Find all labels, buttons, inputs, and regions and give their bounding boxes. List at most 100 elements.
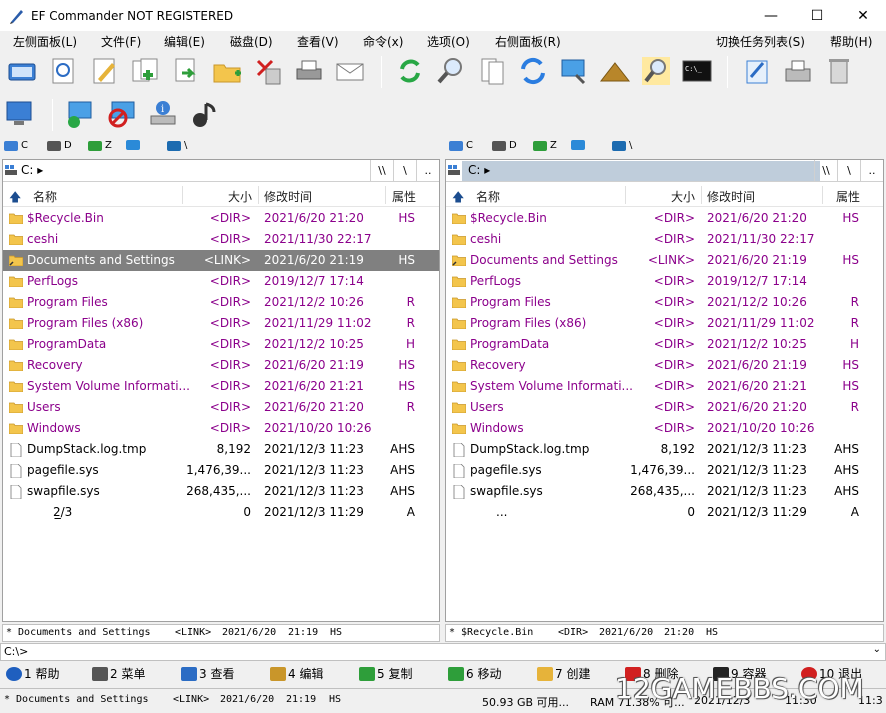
recycle-bin-icon[interactable]: [823, 55, 855, 87]
path-nav-button-1[interactable]: \: [837, 160, 860, 181]
minimize-button[interactable]: —: [748, 0, 794, 31]
command-line[interactable]: C:\> ⌄: [0, 643, 886, 661]
path-nav-button-2[interactable]: ..: [860, 160, 883, 181]
file-row[interactable]: Documents and Settings <LINK> 2021/6/20 21…: [3, 250, 439, 271]
drive-button-2[interactable]: Z: [533, 140, 557, 151]
col-date[interactable]: 修改时间: [707, 188, 755, 205]
file-row[interactable]: System Volume Informati... <DIR> 2021/6/20…: [446, 376, 883, 397]
file-row[interactable]: PerfLogs <DIR> 2019/12/7 17:14: [446, 271, 883, 292]
fkey-button-7[interactable]: 7 创建: [537, 665, 590, 682]
disconnect-drive-icon[interactable]: [106, 98, 138, 130]
drive-button-3[interactable]: [126, 140, 143, 150]
col-attr[interactable]: 属性: [392, 188, 416, 205]
file-row[interactable]: pagefile.sys 1,476,39... 2021/12/3 11:23 AH…: [446, 460, 883, 481]
file-row[interactable]: System Volume Informati... <DIR> 2021/6/20…: [3, 376, 439, 397]
drive-button-1[interactable]: D: [492, 140, 517, 151]
fkey-button-2[interactable]: 2 菜单: [92, 665, 145, 682]
file-row[interactable]: DumpStack.log.tmp 8,192 2021/12/3 11:23 AHS: [3, 439, 439, 460]
map-network-drive-icon[interactable]: [65, 98, 97, 130]
file-row[interactable]: Program Files (x86) <DIR> 2021/11/29 11:02…: [446, 313, 883, 334]
find-icon[interactable]: [435, 55, 467, 87]
file-row[interactable]: swapfile.sys 268,435,... 2021/12/3 11:23 AH…: [3, 481, 439, 502]
file-row[interactable]: Windows <DIR> 2021/10/20 10:26: [446, 418, 883, 439]
file-row[interactable]: Windows <DIR> 2021/10/20 10:26: [3, 418, 439, 439]
path-nav-button-0[interactable]: \\: [370, 160, 393, 181]
console-icon[interactable]: C:\_: [681, 55, 713, 87]
drive-button-0[interactable]: C: [4, 140, 28, 151]
current-path[interactable]: C: ▸: [21, 163, 43, 177]
file-row[interactable]: ProgramData <DIR> 2021/12/2 10:25 H: [3, 334, 439, 355]
fkey-button-6[interactable]: 6 移动: [448, 665, 501, 682]
file-row[interactable]: PerfLogs <DIR> 2019/12/7 17:14: [3, 271, 439, 292]
menu-item-4[interactable]: 查看(V): [297, 33, 339, 50]
col-name[interactable]: 名称: [476, 188, 500, 205]
menu-item-6[interactable]: 选项(O): [427, 33, 470, 50]
menu-item-2[interactable]: 编辑(E): [164, 33, 205, 50]
menu-item-5[interactable]: 命令(x): [363, 33, 403, 50]
right-panel[interactable]: C: ▸ \\ \.. 🡅 名称 大小 修改时间 属性 $Recycle.Bin <…: [445, 159, 884, 622]
fkey-button-4[interactable]: 4 编辑: [270, 665, 323, 682]
col-size[interactable]: 大小: [671, 188, 695, 205]
print-icon[interactable]: [293, 55, 325, 87]
file-row[interactable]: Program Files (x86) <DIR> 2021/11/29 11:02…: [3, 313, 439, 334]
folder-search-icon[interactable]: [640, 55, 672, 87]
col-size[interactable]: 大小: [228, 188, 252, 205]
drive-button-0[interactable]: C: [449, 140, 473, 151]
close-button[interactable]: ✕: [840, 0, 886, 31]
pyramid-icon[interactable]: [599, 55, 631, 87]
col-date[interactable]: 修改时间: [264, 188, 312, 205]
drive-button-3[interactable]: [571, 140, 588, 150]
file-row[interactable]: ProgramData <DIR> 2021/12/2 10:25 H: [446, 334, 883, 355]
path-nav-button-0[interactable]: \\: [814, 160, 837, 181]
fkey-button-5[interactable]: 5 复制: [359, 665, 412, 682]
menu-item-3[interactable]: 磁盘(D): [230, 33, 273, 50]
path-nav-button-1[interactable]: \: [393, 160, 416, 181]
file-row[interactable]: DumpStack.log.tmp 8,192 2021/12/3 11:23 AHS: [446, 439, 883, 460]
fax-icon[interactable]: [782, 55, 814, 87]
drive-button-2[interactable]: Z: [88, 140, 112, 151]
file-row[interactable]: $Recycle.Bin <DIR> 2021/6/20 21:20 HS: [446, 208, 883, 229]
file-row[interactable]: Recovery <DIR> 2021/6/20 21:19 HS: [446, 355, 883, 376]
file-row[interactable]: ceshi <DIR> 2021/11/30 22:17: [3, 229, 439, 250]
drive-button-4[interactable]: \: [167, 140, 187, 151]
refresh-icon[interactable]: [394, 55, 426, 87]
disk-info-icon[interactable]: [6, 55, 38, 87]
col-attr[interactable]: 属性: [836, 188, 860, 205]
menu-item-0[interactable]: 左侧面板(L): [13, 33, 77, 50]
edit-file-icon[interactable]: [88, 55, 120, 87]
fkey-button-1[interactable]: 1 帮助: [6, 665, 59, 682]
current-path[interactable]: C: ▸: [468, 163, 490, 177]
drive-button-4[interactable]: \: [612, 140, 632, 151]
drive-info-icon[interactable]: i: [147, 98, 179, 130]
menu-item-1[interactable]: 文件(F): [101, 33, 141, 50]
drive-button-1[interactable]: D: [47, 140, 72, 151]
computer-icon[interactable]: [4, 98, 36, 130]
copy-file-icon[interactable]: [129, 55, 161, 87]
sort-up-icon[interactable]: 🡅: [9, 188, 21, 209]
file-row[interactable]: Program Files <DIR> 2021/12/2 10:26 R: [446, 292, 883, 313]
file-row[interactable]: Recovery <DIR> 2021/6/20 21:19 HS: [3, 355, 439, 376]
file-row[interactable]: Users <DIR> 2021/6/20 21:20 R: [446, 397, 883, 418]
music-icon[interactable]: [188, 98, 220, 130]
path-nav-button-2[interactable]: ..: [416, 160, 439, 181]
sort-up-icon[interactable]: 🡅: [452, 188, 464, 209]
col-name[interactable]: 名称: [33, 188, 57, 205]
menu-item-7[interactable]: 右侧面板(R): [495, 33, 561, 50]
left-panel[interactable]: C: ▸ \\ \.. 🡅 名称 大小 修改时间 属性 $Recycle.Bin <…: [2, 159, 440, 622]
file-row[interactable]: Documents and Settings <LINK> 2021/6/20 21…: [446, 250, 883, 271]
maximize-button[interactable]: ☐: [794, 0, 840, 31]
file-row[interactable]: ... 0 2021/12/3 11:29 A: [446, 502, 883, 523]
menu-item-9[interactable]: 帮助(H): [830, 33, 872, 50]
fkey-button-3[interactable]: 3 查看: [181, 665, 234, 682]
file-row[interactable]: $Recycle.Bin <DIR> 2021/6/20 21:20 HS: [3, 208, 439, 229]
chevron-down-icon[interactable]: ⌄: [873, 644, 881, 655]
network-search-icon[interactable]: [558, 55, 590, 87]
compare-icon[interactable]: [476, 55, 508, 87]
sync-icon[interactable]: [517, 55, 549, 87]
file-row[interactable]: swapfile.sys 268,435,... 2021/12/3 11:23 AH…: [446, 481, 883, 502]
properties-icon[interactable]: [741, 55, 773, 87]
email-icon[interactable]: [334, 55, 366, 87]
new-folder-icon[interactable]: [211, 55, 243, 87]
menu-item-8[interactable]: 切换任务列表(S): [716, 33, 805, 50]
file-row[interactable]: Program Files <DIR> 2021/12/2 10:26 R: [3, 292, 439, 313]
